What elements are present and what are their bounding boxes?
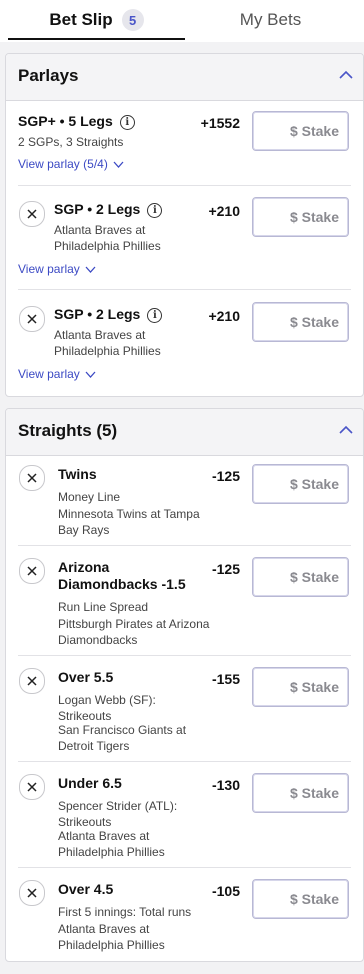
parlay-subtitle: 2 SGPs, 3 Straights — [18, 135, 124, 149]
close-icon — [27, 888, 37, 898]
parlay-odds: +210 — [208, 308, 240, 324]
remove-bet-button[interactable] — [19, 465, 45, 491]
close-icon — [27, 676, 37, 686]
remove-bet-button[interactable] — [19, 880, 45, 906]
stake-input[interactable]: $ Stake — [252, 111, 349, 151]
bet-odds: -155 — [211, 671, 240, 687]
stake-input[interactable]: $ Stake — [252, 773, 349, 813]
parlays-section: Parlays SGP+ • 5 Legs i +1552 2 SGPs, 3 S… — [5, 53, 364, 397]
parlay-odds: +1552 — [200, 115, 240, 131]
view-parlay-link[interactable]: View parlay — [18, 367, 96, 381]
bet-market: Logan Webb (SF): Strikeouts — [58, 693, 156, 723]
bet-game: Pittsburgh Pirates at Arizona Diamondbac… — [58, 617, 210, 647]
parlay-title: SGP • 2 Legs i — [54, 306, 163, 323]
view-parlay-link[interactable]: View parlay — [18, 262, 96, 276]
bet-odds: -105 — [211, 883, 240, 899]
section-title: Straights (5) — [18, 421, 118, 440]
chevron-up-icon[interactable] — [339, 425, 353, 435]
row-divider — [18, 867, 351, 868]
chevron-down-icon — [85, 266, 96, 273]
bet-title: Over 5.5 — [58, 669, 114, 685]
parlays-header[interactable]: Parlays — [6, 54, 363, 101]
row-divider — [18, 761, 351, 762]
bet-title: Over 4.5 — [58, 881, 114, 897]
bet-odds: -125 — [211, 561, 240, 577]
tab-my-bets[interactable]: My Bets — [185, 0, 356, 40]
bet-market: First 5 innings: Total runs — [58, 905, 192, 919]
row-divider — [18, 289, 351, 290]
view-parlay-link[interactable]: View parlay (5/4) — [18, 157, 124, 171]
parlay-odds: +210 — [208, 203, 240, 219]
remove-bet-button[interactable] — [19, 306, 45, 332]
info-icon[interactable]: i — [119, 114, 135, 130]
bet-game: San Francisco Giants at Detroit Tigers — [58, 723, 187, 753]
stake-input[interactable]: $ Stake — [252, 557, 349, 597]
bet-market: Spencer Strider (ATL): Strikeouts — [58, 799, 178, 829]
view-parlay-label: View parlay — [18, 262, 80, 276]
stake-input[interactable]: $ Stake — [252, 197, 349, 237]
chevron-down-icon — [113, 161, 124, 168]
info-icon[interactable]: i — [147, 307, 163, 323]
view-parlay-label: View parlay — [18, 367, 80, 381]
bet-market: Money Line — [58, 490, 121, 504]
close-icon — [27, 314, 37, 324]
chevron-down-icon — [85, 371, 96, 378]
tab-bet-slip-label: Bet Slip — [49, 10, 113, 29]
stake-input[interactable]: $ Stake — [252, 879, 349, 919]
bet-title: Twins — [58, 466, 97, 482]
parlay-subtitle: Atlanta Braves at Philadelphia Phillies — [54, 328, 161, 358]
row-divider — [18, 545, 351, 546]
row-divider — [18, 185, 351, 186]
bet-market: Run Line Spread — [58, 600, 149, 614]
close-icon — [27, 473, 37, 483]
tab-my-bets-label: My Bets — [239, 10, 302, 29]
stake-input[interactable]: $ Stake — [252, 667, 349, 707]
close-icon — [27, 782, 37, 792]
bet-odds: -125 — [211, 468, 240, 484]
parlay-title: SGP+ • 5 Legs i — [18, 113, 135, 130]
bet-game: Atlanta Braves at Philadelphia Phillies — [58, 829, 165, 859]
close-icon — [27, 209, 37, 219]
bet-game: Minnesota Twins at Tampa Bay Rays — [58, 507, 200, 537]
bet-count-badge: 5 — [121, 9, 144, 31]
remove-bet-button[interactable] — [19, 201, 45, 227]
tab-bet-slip[interactable]: Bet Slip 5 — [8, 0, 185, 40]
bet-tabs: Bet Slip 5 My Bets — [0, 0, 364, 42]
straights-section: Straights (5) Twins -125 Money Line Minn… — [5, 408, 364, 962]
active-tab-indicator — [8, 38, 185, 40]
close-icon — [27, 566, 37, 576]
remove-bet-button[interactable] — [19, 774, 45, 800]
remove-bet-button[interactable] — [19, 558, 45, 584]
bet-odds: -130 — [211, 777, 240, 793]
bet-title: Under 6.5 — [58, 775, 122, 791]
view-parlay-label: View parlay (5/4) — [18, 157, 108, 171]
row-divider — [18, 655, 351, 656]
stake-input[interactable]: $ Stake — [252, 302, 349, 342]
parlay-subtitle: Atlanta Braves at Philadelphia Phillies — [54, 223, 161, 253]
bet-game: Atlanta Braves at Philadelphia Phillies — [58, 922, 165, 952]
info-icon[interactable]: i — [147, 202, 163, 218]
chevron-up-icon[interactable] — [339, 70, 353, 80]
straights-header[interactable]: Straights (5) — [6, 409, 363, 456]
parlay-title: SGP • 2 Legs i — [54, 201, 163, 218]
section-title: Parlays — [18, 66, 79, 85]
stake-input[interactable]: $ Stake — [252, 464, 349, 504]
remove-bet-button[interactable] — [19, 668, 45, 694]
